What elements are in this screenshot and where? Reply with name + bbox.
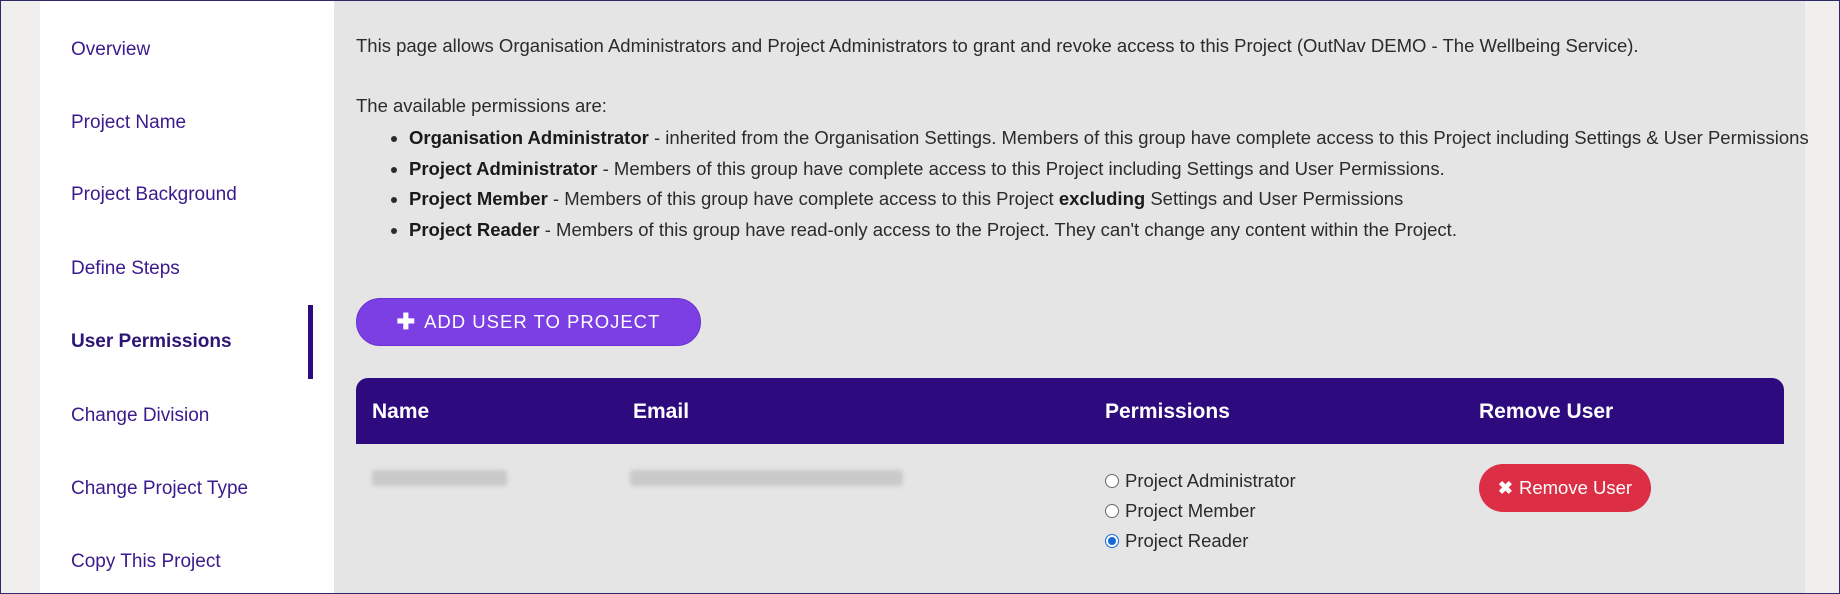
sidebar-item-label: Copy This Project [71,551,221,572]
sidebar-item-label: Project Name [71,112,187,133]
permission-desc: - inherited from the Organisation Settin… [648,127,1809,148]
user-name-redacted [372,470,507,486]
remove-user-button-label: Remove User [1519,477,1633,498]
sidebar-item-label: Define Steps [71,258,180,279]
main-content: This page allows Organisation Administra… [334,1,1809,593]
permission-desc: - Members of this group have read-only a… [539,218,1457,240]
active-nav-indicator [308,305,313,379]
column-header-permissions: Permissions [1105,400,1230,423]
permission-title: Project Administrator [409,157,598,179]
app-frame: Overview Project Name Project Background… [0,0,1840,594]
permission-option-project-reader[interactable]: Project Reader [1105,526,1296,556]
user-email-redacted [630,470,903,486]
radio-label: Project Administrator [1125,470,1296,491]
remove-user-button[interactable]: ✖ Remove User [1479,464,1651,512]
sidebar-item-project-background[interactable]: Project Background [71,159,323,231]
permission-radio-group: Project Administrator Project Member Pro… [1105,466,1296,556]
sidebar: Overview Project Name Project Background… [40,1,334,593]
add-user-button[interactable]: ✚ ADD USER TO PROJECT [356,298,701,346]
list-item: Project Reader - Members of this group h… [409,215,1839,246]
radio-button[interactable] [1105,474,1119,488]
sidebar-item-label: Change Division [71,405,210,426]
intro-text: This page allows Organisation Administra… [356,35,1639,56]
column-header-name: Name [372,400,430,423]
permission-desc: - Members of this group have complete ac… [547,188,1059,209]
permission-desc: - Members of this group have complete ac… [597,157,1445,179]
sidebar-item-user-permissions[interactable]: User Permissions [71,306,323,378]
permission-title: Organisation Administrator [409,127,649,148]
list-item: Organisation Administrator - inherited f… [409,123,1839,154]
sidebar-item-copy-this-project[interactable]: Copy This Project [71,526,323,593]
permission-emphasis: excluding [1058,188,1146,209]
users-table: Name Email Permissions Remove User Proje… [356,378,1784,564]
column-header-remove-user: Remove User [1479,400,1614,423]
available-permissions-heading: The available permissions are: [356,95,607,116]
radio-button-selected[interactable] [1105,534,1119,548]
list-item: Project Administrator - Members of this … [409,154,1839,185]
permission-desc: Settings and User Permissions [1145,188,1404,209]
sidebar-item-change-division[interactable]: Change Division [71,380,323,452]
sidebar-item-change-project-type[interactable]: Change Project Type [71,453,323,525]
sidebar-item-label: User Permissions [71,331,232,352]
close-icon: ✖ [1497,477,1513,498]
sidebar-item-label: Overview [71,39,151,60]
column-header-email: Email [633,400,690,423]
sidebar-item-label: Project Background [71,184,237,205]
radio-button[interactable] [1105,504,1119,518]
add-user-button-label: ADD USER TO PROJECT [424,311,661,332]
table-row: Project Administrator Project Member Pro… [356,444,1784,564]
table-header: Name Email Permissions Remove User [356,378,1784,444]
list-item: Project Member - Members of this group h… [409,184,1839,215]
sidebar-item-label: Change Project Type [71,478,249,499]
plus-icon: ✚ [396,309,417,334]
sidebar-item-define-steps[interactable]: Define Steps [71,233,323,305]
permissions-list: Organisation Administrator - inherited f… [356,123,1839,246]
permission-option-project-member[interactable]: Project Member [1105,496,1296,526]
radio-label: Project Member [1125,500,1256,521]
radio-label: Project Reader [1125,530,1249,551]
sidebar-item-overview[interactable]: Overview [71,14,323,86]
permission-title: Project Reader [409,218,540,240]
sidebar-item-project-name[interactable]: Project Name [71,87,323,159]
permission-title: Project Member [409,188,548,209]
permission-option-project-administrator[interactable]: Project Administrator [1105,466,1296,496]
